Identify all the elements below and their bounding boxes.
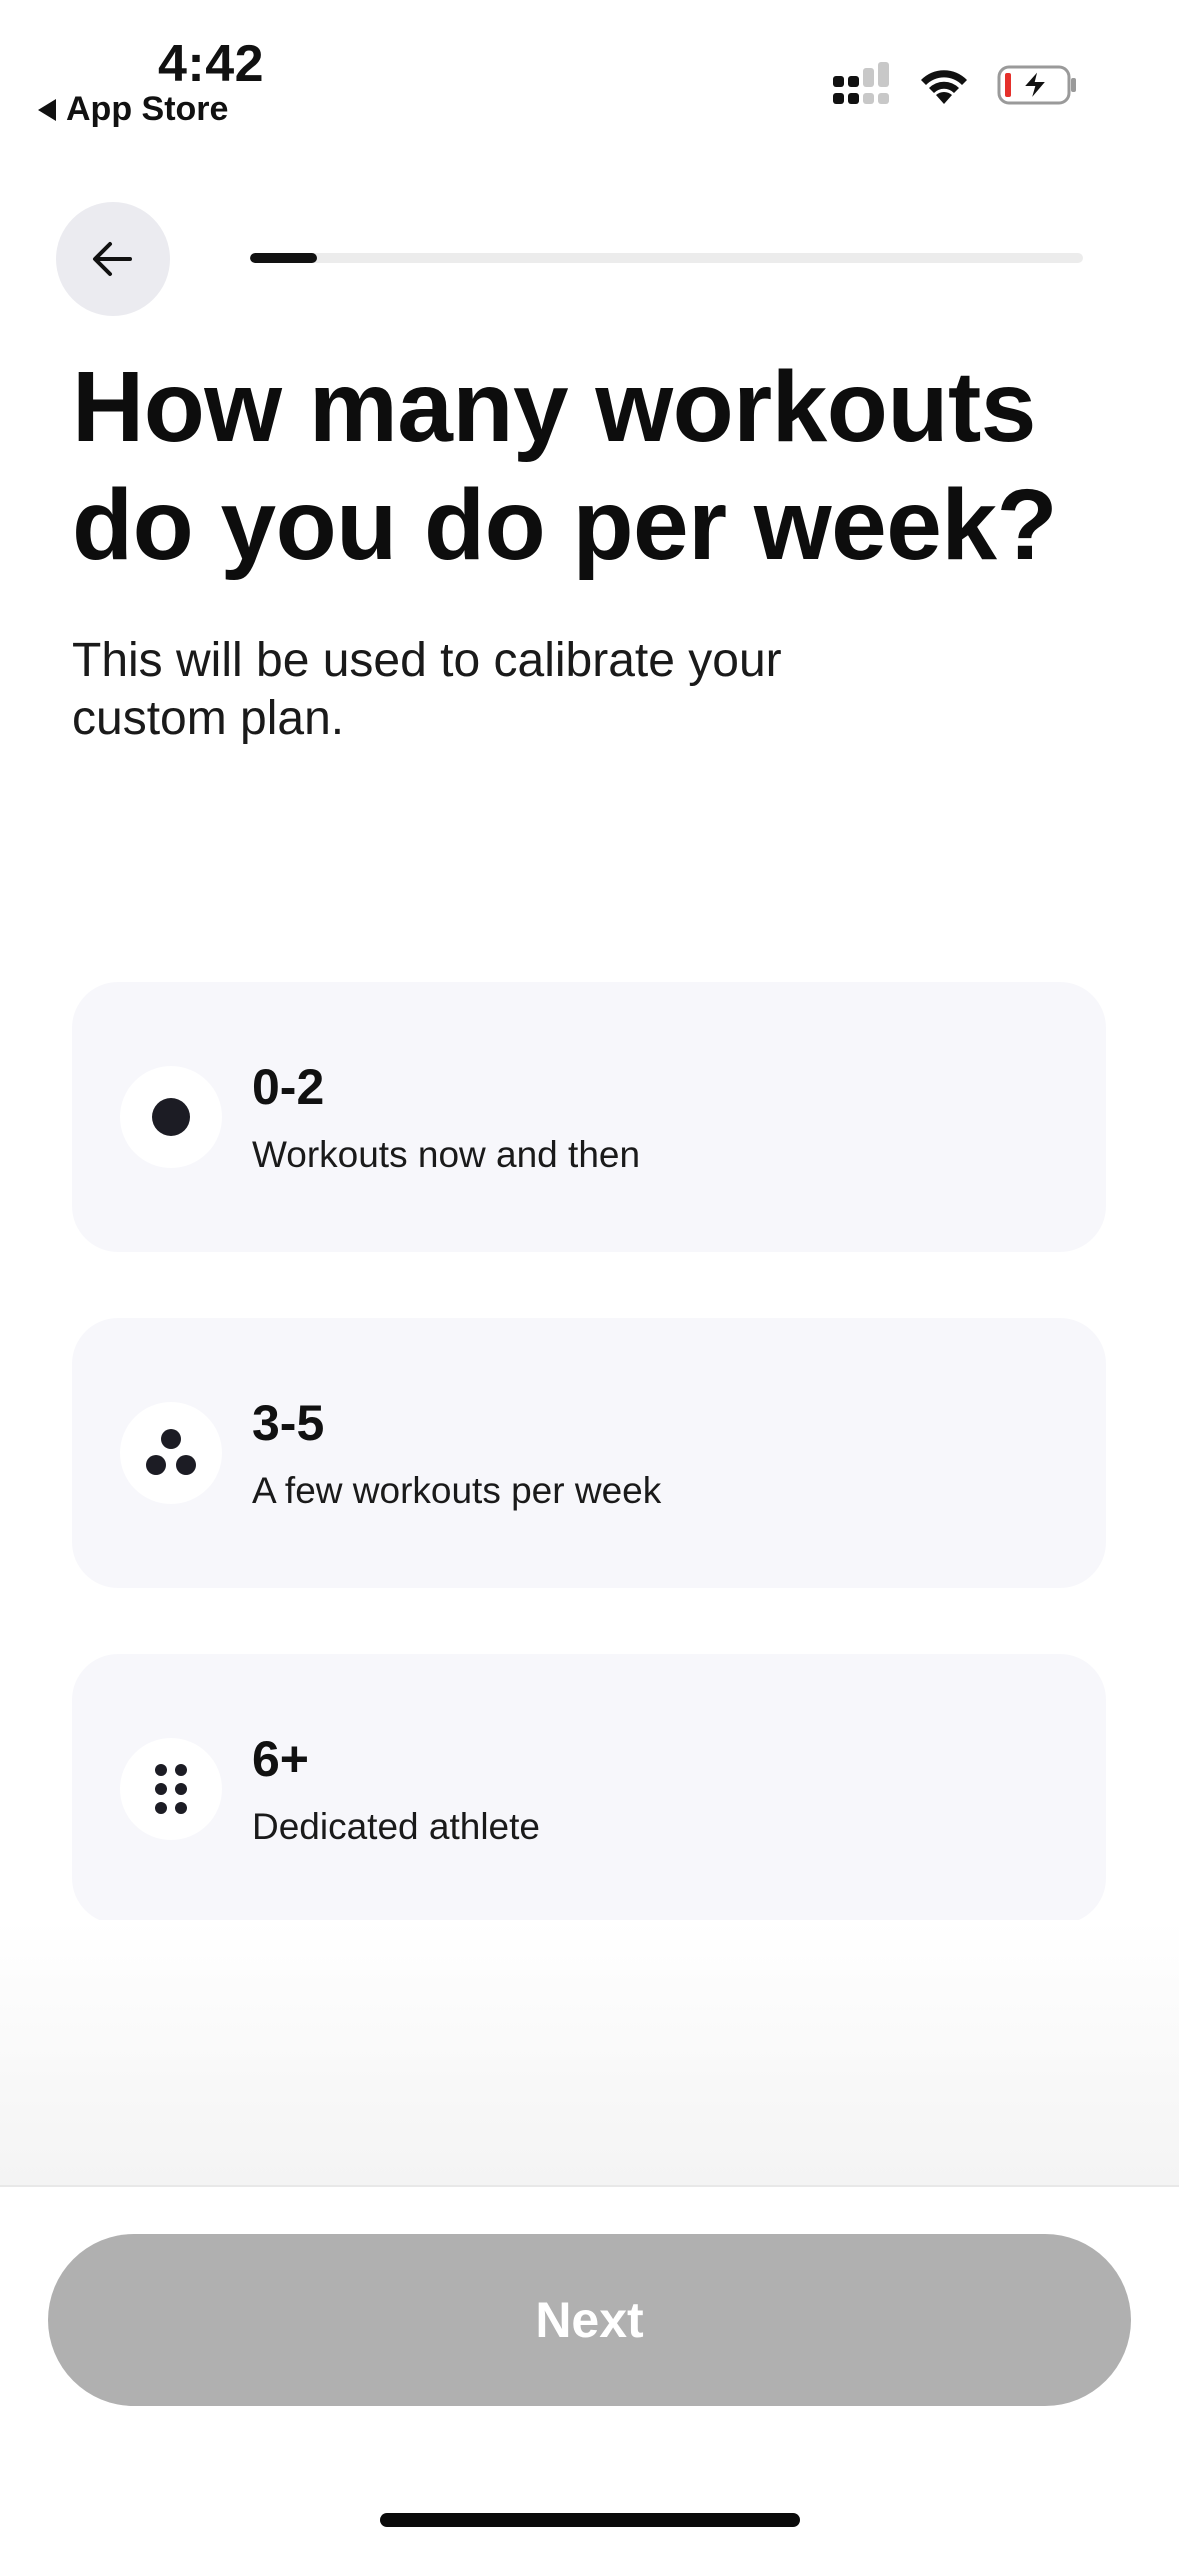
wifi-icon [921, 70, 967, 104]
page-subtitle: This will be used to calibrate your cust… [72, 634, 782, 745]
bottom-fade [0, 1920, 1179, 2185]
status-time: 4:42 [158, 35, 265, 93]
back-button[interactable] [56, 202, 170, 316]
option-description: Dedicated athlete [252, 1806, 540, 1847]
arrow-left-icon [93, 242, 132, 276]
option-icon-container [120, 1066, 222, 1168]
option-3-5[interactable]: 3-5 A few workouts per week [72, 1318, 1106, 1588]
option-icon-container [120, 1738, 222, 1840]
progress-bar-fill [250, 253, 317, 263]
option-0-2[interactable]: 0-2 Workouts now and then [72, 982, 1106, 1252]
bottom-divider [0, 2185, 1179, 2187]
six-dots-icon [155, 1764, 187, 1814]
option-label: 0-2 [252, 1059, 325, 1115]
option-description: Workouts now and then [252, 1134, 641, 1175]
option-icon-container [120, 1402, 222, 1504]
option-description: A few workouts per week [252, 1470, 662, 1511]
one-dot-icon [152, 1098, 190, 1136]
option-label: 6+ [252, 1731, 310, 1787]
back-to-app-store-label: App Store [66, 90, 229, 128]
battery-charging-icon [997, 65, 1076, 105]
back-triangle-icon [38, 98, 56, 121]
three-dots-icon [146, 1429, 196, 1475]
option-label: 3-5 [252, 1395, 325, 1451]
status-icons [831, 62, 1079, 108]
signal-icon [833, 62, 889, 104]
next-button[interactable]: Next [48, 2234, 1131, 2406]
back-to-app-store[interactable]: App Store [38, 90, 228, 129]
page-title: How many workouts do you do per week? [72, 351, 1058, 581]
home-indicator[interactable] [380, 2513, 800, 2527]
option-6-plus[interactable]: 6+ Dedicated athlete [72, 1654, 1106, 1924]
progress-bar [250, 253, 1083, 263]
